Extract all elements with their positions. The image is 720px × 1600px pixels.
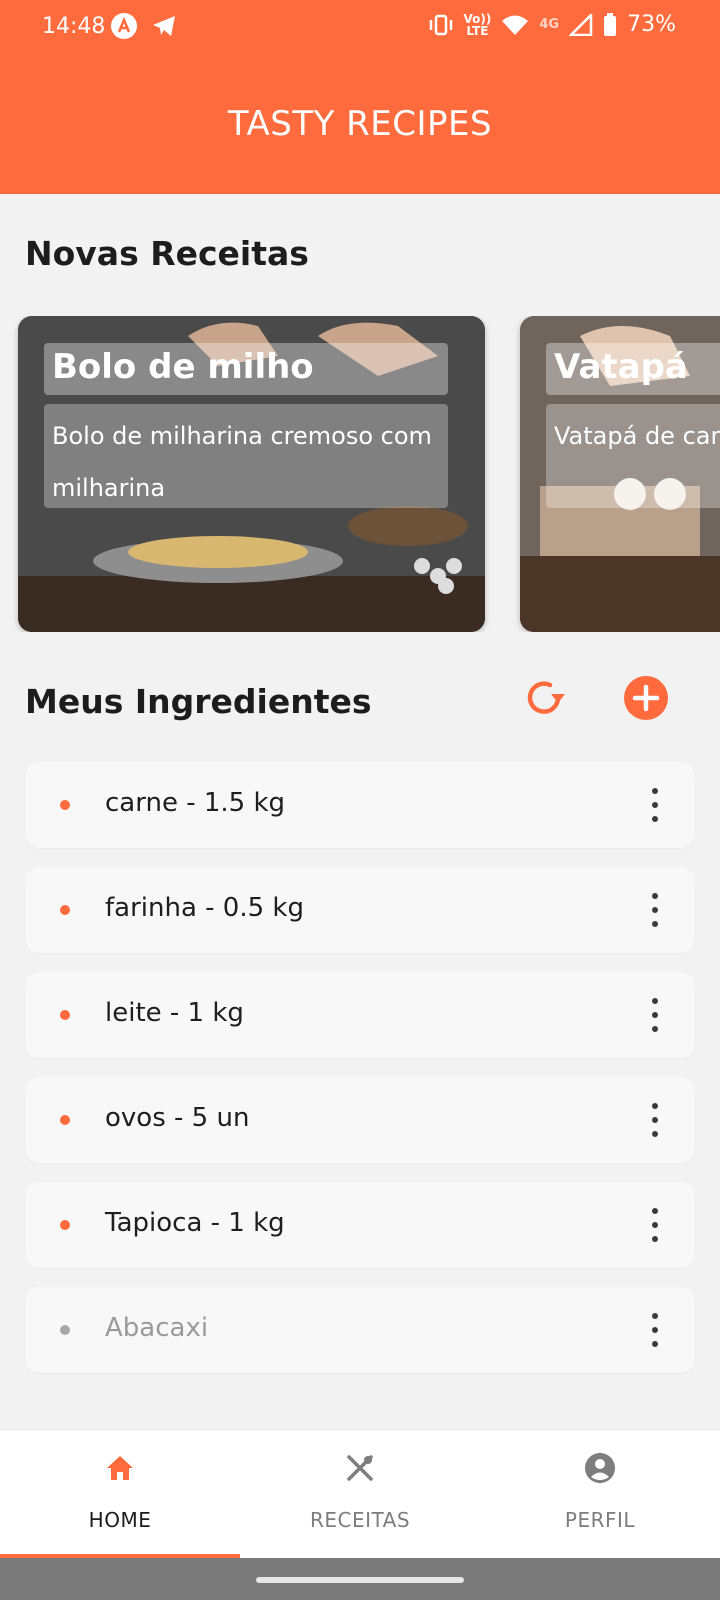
volte-indicator: Vo)) LTE (463, 11, 492, 38)
list-item[interactable]: ovos - 5 un (25, 1077, 695, 1163)
vibrate-icon (429, 14, 452, 35)
telegram-icon (153, 16, 175, 36)
utensils-icon (347, 1455, 373, 1481)
wifi-icon (502, 15, 529, 35)
recipe-title-box: Bolo de milho (44, 343, 448, 395)
more-options-icon[interactable] (645, 998, 665, 1032)
network-type: 4G (539, 16, 560, 32)
home-icon (107, 1456, 133, 1480)
more-options-icon[interactable] (645, 788, 665, 822)
page-title: TASTY RECIPES (227, 104, 493, 144)
recipe-carousel[interactable]: Bolo de milho Bolo de milharina cremoso … (0, 316, 720, 632)
recipe-card[interactable]: Bolo de milho Bolo de milharina cremoso … (18, 316, 485, 632)
more-options-icon[interactable] (645, 893, 665, 927)
add-circle-icon (624, 676, 668, 720)
more-options-icon[interactable] (645, 1208, 665, 1242)
app-header: 14:48 Vo)) LTE 4G 73% TASTY RECIPES (0, 0, 720, 194)
tab-label: RECEITAS (309, 1508, 411, 1532)
bullet-icon (60, 1010, 70, 1020)
bullet-icon (60, 1115, 70, 1125)
tab-label: PERFIL (564, 1508, 636, 1532)
bullet-icon (60, 905, 70, 915)
gesture-handle[interactable] (256, 1577, 464, 1583)
tab-receitas[interactable]: RECEITAS (240, 1430, 480, 1559)
recipe-description-box: Bolo de milharina cremoso com milharina (44, 404, 448, 508)
battery-icon (604, 12, 617, 36)
recipe-description: Vatapá de camarão do pará (554, 422, 720, 450)
list-item[interactable]: farinha - 0.5 kg (25, 867, 695, 953)
status-time: 14:48 (42, 14, 106, 39)
recipe-description: Bolo de milharina cremoso com milharina (52, 422, 432, 502)
ingredient-label: carne - 1.5 kg (105, 788, 286, 818)
recipe-title: Vatapá (554, 347, 688, 387)
recipe-description-box: Vatapá de camarão do pará (546, 404, 720, 508)
list-item[interactable]: Tapioca - 1 kg (25, 1182, 695, 1268)
bullet-icon (60, 1220, 70, 1230)
more-options-icon[interactable] (645, 1313, 665, 1347)
recipe-card[interactable]: Vatapá Vatapá de camarão do pará (520, 316, 720, 632)
ingredient-label: Tapioca - 1 kg (105, 1208, 285, 1238)
add-ingredient-button[interactable] (622, 674, 670, 722)
signal-icon (569, 13, 593, 36)
tab-label: HOME (88, 1508, 152, 1532)
new-recipes-heading: Novas Receitas (25, 234, 309, 273)
tab-home[interactable]: HOME (0, 1430, 240, 1559)
battery-level: 73% (627, 12, 676, 37)
tab-perfil[interactable]: PERFIL (480, 1430, 720, 1559)
list-item[interactable]: carne - 1.5 kg (25, 762, 695, 848)
ingredient-label: Abacaxi (105, 1313, 209, 1343)
app-notification-icon (111, 13, 137, 39)
recipe-title-box: Vatapá (546, 343, 720, 395)
list-item[interactable]: Abacaxi (25, 1287, 695, 1373)
bottom-navigation: HOME RECEITAS PERFIL (0, 1429, 720, 1558)
my-ingredients-heading: Meus Ingredientes (25, 682, 372, 721)
bullet-icon (60, 800, 70, 810)
bullet-icon (60, 1325, 70, 1335)
refresh-button[interactable] (520, 674, 568, 722)
ingredient-label: farinha - 0.5 kg (105, 893, 304, 923)
more-options-icon[interactable] (645, 1103, 665, 1137)
refresh-icon (527, 681, 565, 714)
notification-icons (110, 12, 178, 40)
list-item[interactable]: leite - 1 kg (25, 972, 695, 1058)
system-status: Vo)) LTE 4G 73% (428, 12, 676, 37)
ingredient-label: leite - 1 kg (105, 998, 244, 1028)
status-bar: 14:48 Vo)) LTE 4G 73% (0, 0, 720, 56)
ingredient-label: ovos - 5 un (105, 1103, 250, 1133)
recipe-title: Bolo de milho (52, 347, 314, 387)
profile-icon (585, 1453, 615, 1483)
